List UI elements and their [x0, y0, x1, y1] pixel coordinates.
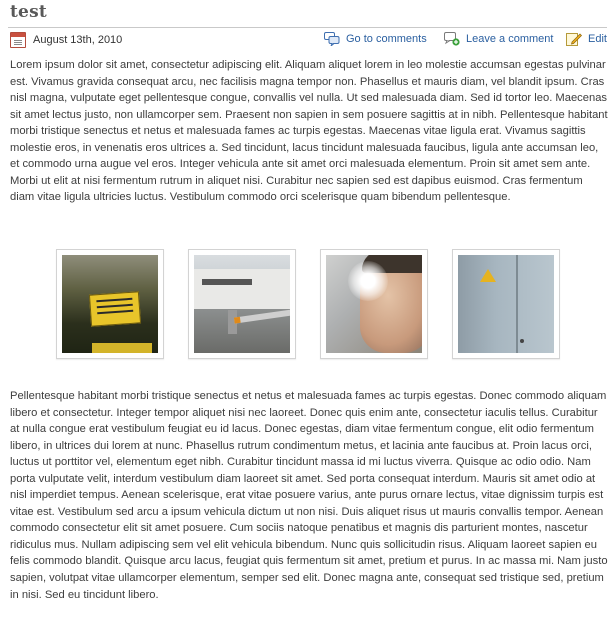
- post-paragraph-1: Lorem ipsum dolor sit amet, consectetur …: [10, 59, 608, 204]
- add-comment-icon: [444, 32, 460, 46]
- leave-comment-link-wrap[interactable]: Leave a comment: [444, 32, 553, 46]
- blue-door-warning-sign-photo: [458, 255, 554, 353]
- title-divider: [8, 27, 607, 28]
- post-date: August 13th, 2010: [10, 32, 122, 48]
- calendar-icon: [10, 32, 26, 48]
- image-gallery: [56, 249, 560, 359]
- go-to-comments-link-wrap[interactable]: Go to comments: [324, 32, 427, 46]
- gallery-thumbnail[interactable]: [188, 249, 296, 359]
- edit-pencil-icon: [566, 33, 582, 46]
- gallery-thumbnail[interactable]: [452, 249, 560, 359]
- leave-comment-link[interactable]: Leave a comment: [466, 33, 553, 45]
- post-date-text: August 13th, 2010: [33, 34, 123, 46]
- comments-icon: [324, 32, 340, 46]
- post-paragraph-2: Pellentesque habitant morbi tristique se…: [10, 390, 608, 601]
- yellow-parking-sign-photo: [62, 255, 158, 353]
- edit-link[interactable]: Edit: [588, 33, 607, 45]
- edit-link-wrap[interactable]: Edit: [566, 32, 607, 46]
- go-to-comments-link[interactable]: Go to comments: [346, 33, 427, 45]
- post-title[interactable]: test: [10, 2, 47, 22]
- gallery-thumbnail[interactable]: [320, 249, 428, 359]
- parking-barrier-photo: [194, 255, 290, 353]
- gallery-thumbnail[interactable]: [56, 249, 164, 359]
- man-portrait-photo: [326, 255, 422, 353]
- post-meta-bar: August 13th, 2010 Go to comments Leave a…: [10, 32, 607, 50]
